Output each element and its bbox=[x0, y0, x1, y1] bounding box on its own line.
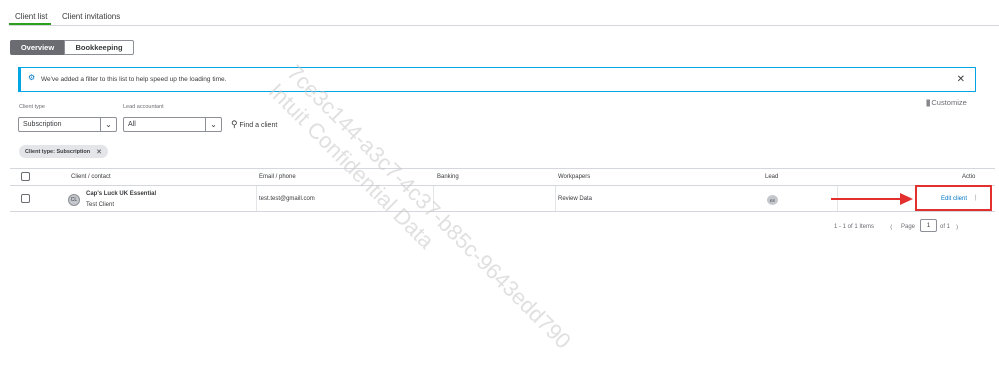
column-header-email[interactable]: Email / phone bbox=[259, 174, 296, 180]
column-header-lead[interactable]: Lead bbox=[765, 174, 778, 180]
previous-page-icon[interactable]: ⟨ bbox=[890, 224, 892, 231]
tab-divider bbox=[9, 25, 999, 26]
confidential-watermark: 7ce3c144-a3c7-4c37-b85c-9643edd790 Intui… bbox=[263, 60, 576, 373]
overview-toggle-button[interactable]: Overview bbox=[10, 40, 65, 55]
sliders-icon: ||| bbox=[926, 98, 930, 107]
search-icon: ⚲ bbox=[231, 119, 238, 129]
tab-client-invitations[interactable]: Client invitations bbox=[62, 12, 120, 21]
table-row-rule bbox=[10, 211, 995, 212]
chevron-down-icon: ⌄ bbox=[100, 118, 116, 131]
column-divider bbox=[433, 186, 434, 211]
page-total: of 1 bbox=[940, 224, 951, 230]
client-email: test.test@gmaill.com bbox=[259, 196, 315, 202]
column-header-banking[interactable]: Banking bbox=[437, 174, 459, 180]
customize-label: Customize bbox=[931, 98, 967, 107]
next-page-icon[interactable]: ⟩ bbox=[956, 224, 958, 231]
lead-accountant-value: All bbox=[128, 121, 136, 128]
avatar: CL bbox=[68, 194, 80, 206]
client-type-value: Subscription bbox=[23, 121, 62, 128]
page-number-input[interactable]: 1 bbox=[920, 219, 937, 232]
client-contact: Test Client bbox=[86, 202, 115, 208]
client-name-link[interactable]: Cap's Luck UK Essential bbox=[86, 191, 156, 197]
filter-chip: Client type: Subscription ✕ bbox=[19, 145, 108, 158]
column-divider bbox=[555, 186, 556, 211]
watermark-id: 7ce3c144-a3c7-4c37-b85c-9643edd790 bbox=[282, 60, 576, 354]
close-icon[interactable]: ✕ bbox=[957, 74, 965, 85]
find-client-input[interactable]: Find a client bbox=[240, 122, 278, 129]
client-type-select[interactable]: Subscription ⌄ bbox=[18, 117, 117, 132]
customize-button[interactable]: ||| Customize bbox=[926, 98, 967, 107]
column-header-workpapers[interactable]: Workpapers bbox=[558, 174, 590, 180]
annotation-arrow-line bbox=[831, 198, 903, 200]
info-banner: ⚙ We've added a filter to this list to h… bbox=[18, 67, 976, 92]
workpapers-link[interactable]: Review Data bbox=[558, 196, 592, 202]
lightbulb-icon: ⚙ bbox=[28, 73, 36, 82]
remove-filter-icon[interactable]: ✕ bbox=[96, 148, 102, 156]
column-header-action: Actio bbox=[962, 174, 976, 180]
watermark-label: Intuit Confidential Data bbox=[263, 78, 440, 254]
row-checkbox[interactable] bbox=[21, 194, 30, 203]
select-all-checkbox[interactable] bbox=[21, 172, 30, 181]
find-client-search[interactable]: ⚲ Find a client bbox=[231, 119, 277, 130]
lead-accountant-label: Lead accountant bbox=[123, 104, 164, 110]
table-top-rule bbox=[10, 168, 995, 169]
annotation-highlight-box bbox=[915, 185, 992, 211]
lead-avatar: EE bbox=[767, 195, 778, 205]
lead-accountant-select[interactable]: All ⌄ bbox=[123, 117, 222, 132]
column-header-client[interactable]: Client / contact bbox=[71, 174, 111, 180]
tab-client-list[interactable]: Client list bbox=[15, 12, 47, 21]
table-header-rule bbox=[10, 185, 995, 186]
pagination-range: 1 - 1 of 1 Items bbox=[834, 224, 875, 230]
annotation-arrow-head bbox=[900, 193, 913, 205]
bookkeeping-toggle-button[interactable]: Bookkeeping bbox=[64, 40, 134, 55]
column-divider bbox=[256, 186, 257, 211]
banner-message: We've added a filter to this list to hel… bbox=[41, 76, 227, 83]
chevron-down-icon: ⌄ bbox=[205, 118, 221, 131]
filter-chip-label: Client type: Subscription bbox=[25, 148, 91, 155]
client-type-label: Client type bbox=[19, 104, 45, 110]
page-label: Page bbox=[901, 224, 916, 230]
